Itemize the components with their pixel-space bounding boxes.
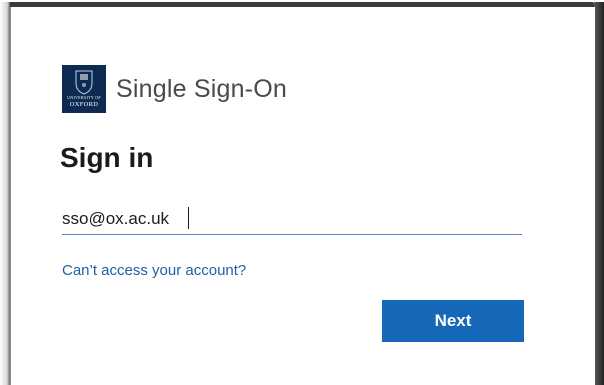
brand-header: UNIVERSITY OF OXFORD Single Sign-On [62,64,287,114]
brand-title: Single Sign-On [116,74,287,103]
crest-text-small: UNIVERSITY OF [67,95,101,100]
window-frame-right [594,2,604,385]
username-input[interactable] [62,204,522,235]
crest-text-oxford: OXFORD [69,101,99,108]
window-frame-left [0,2,10,385]
oxford-crest-icon: UNIVERSITY OF OXFORD [62,65,106,113]
sign-in-window: UNIVERSITY OF OXFORD Single Sign-On Sign… [0,0,604,385]
page-title: Sign in [60,142,154,173]
text-caret [188,207,189,229]
next-button[interactable]: Next [382,300,524,342]
cant-access-account-link[interactable]: Can’t access your account? [62,262,246,279]
